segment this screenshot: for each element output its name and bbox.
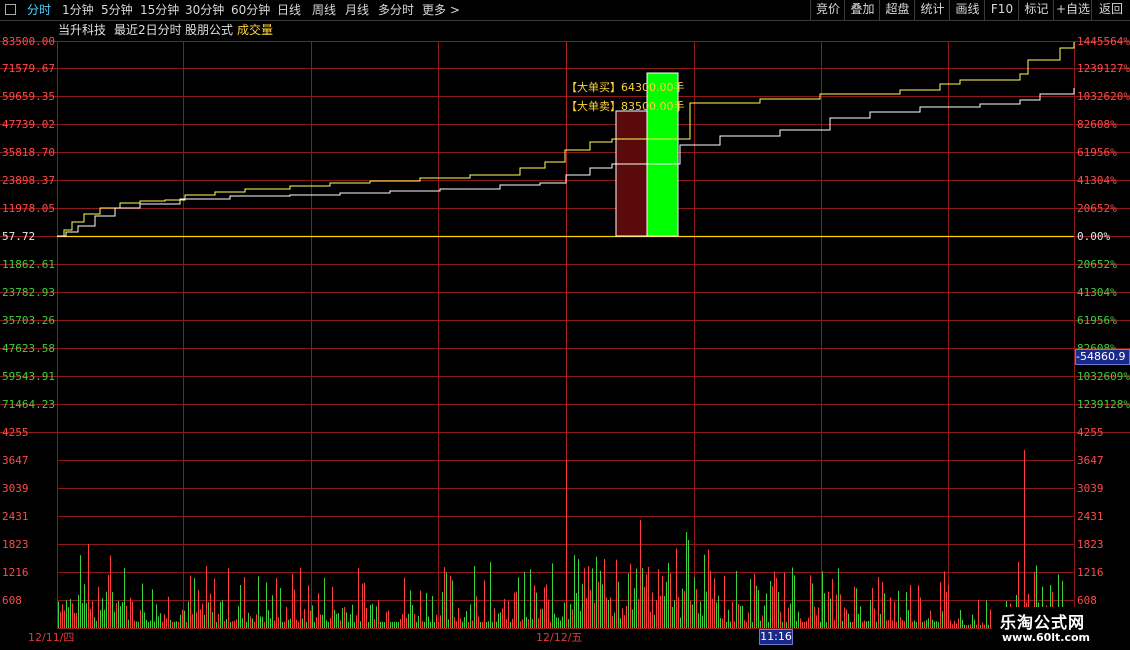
price-tick-up: 23898.37 <box>2 174 55 187</box>
volume-tick: 608 <box>2 594 22 607</box>
indicator-label: 成交量 <box>237 23 274 37</box>
price-lines <box>57 42 1075 237</box>
formula-label: 股朋公式 <box>185 23 234 37</box>
volume-tick: 1216 <box>1077 566 1104 579</box>
volume-tick: 3039 <box>1077 482 1104 495</box>
pct-tick-up: 61956% <box>1077 146 1117 159</box>
price-tick-down: 23782.93 <box>2 286 55 299</box>
volume-tick: 1216 <box>2 566 29 579</box>
volume-tick: 3039 <box>2 482 29 495</box>
big-buy-value: 64300.00手 <box>621 81 685 94</box>
cursor-value: -54860.9 <box>1075 349 1130 365</box>
pct-tick-down: 41304% <box>1077 286 1117 299</box>
volume-tick: 4255 <box>2 426 29 439</box>
pct-tick-down: 1239128% <box>1077 398 1130 411</box>
price-tick-up: 59659.35 <box>2 90 55 103</box>
price-tick-up: 11978.05 <box>2 202 55 215</box>
price-tick-mid: 57.72 <box>2 230 35 243</box>
big-buy-label: 【大单买】 <box>566 81 621 94</box>
pct-tick-up: 1445564% <box>1077 35 1130 48</box>
price-tick-up: 71579.67 <box>2 62 55 75</box>
price-tick-up: 35818.70 <box>2 146 55 159</box>
volume-bars <box>58 450 1071 628</box>
price-tick-down: 11862.61 <box>2 258 55 271</box>
pct-tick-down: 61956% <box>1077 314 1117 327</box>
pct-tick-mid: 0.00% <box>1077 230 1110 243</box>
period-label: 最近2日分时 <box>114 23 182 37</box>
pct-tick-up: 20652% <box>1077 202 1117 215</box>
date-day1: 12/11/四 <box>28 631 75 644</box>
pct-tick-down: 20652% <box>1077 258 1117 271</box>
watermark-title: 乐淘公式网 <box>1000 613 1086 632</box>
pct-tick-up: 41304% <box>1077 174 1117 187</box>
volume-tick: 1823 <box>1077 538 1104 551</box>
volume-tick: 608 <box>1077 594 1097 607</box>
pct-tick-up: 1239127% <box>1077 62 1130 75</box>
price-tick-up: 83500.00 <box>2 35 55 48</box>
big-sell-value: 83500.00手 <box>621 100 685 113</box>
volume-tick: 2431 <box>2 510 29 523</box>
price-tick-down: 59543.91 <box>2 370 55 383</box>
cursor-time: 11:16 <box>759 629 793 645</box>
pct-tick-down: 1032609% <box>1077 370 1130 383</box>
big-sell-label: 【大单卖】 <box>566 100 621 113</box>
intraday-chart[interactable]: 83500.00 71579.67 59659.35 47739.02 35818.70… <box>0 0 1130 650</box>
price-tick-up: 47739.02 <box>2 118 55 131</box>
volume-tick: 4255 <box>1077 426 1104 439</box>
pct-tick-up: 1032620% <box>1077 90 1130 103</box>
price-tick-down: 35703.26 <box>2 314 55 327</box>
price-tick-down: 47623.58 <box>2 342 55 355</box>
volume-tick: 3647 <box>1077 454 1104 467</box>
average-price-line <box>57 42 1075 237</box>
volume-tick: 2431 <box>1077 510 1104 523</box>
grid-lines <box>0 41 1130 629</box>
big-sell-annotation: 【大单卖】83500.00手 <box>566 98 685 114</box>
big-buy-annotation: 【大单买】64300.00手 <box>566 79 685 95</box>
stock-name: 当升科技 <box>58 23 107 37</box>
watermark: 乐淘公式网 www.60lt.com <box>992 607 1126 647</box>
date-day2: 12/12/五 <box>536 631 583 644</box>
volume-tick: 1823 <box>2 538 29 551</box>
watermark-url: www.60lt.com <box>1002 631 1091 644</box>
volume-tick: 3647 <box>2 454 29 467</box>
price-tick-down: 71464.23 <box>2 398 55 411</box>
big-sell-block <box>615 110 648 237</box>
pct-tick-up: 82608% <box>1077 118 1117 131</box>
